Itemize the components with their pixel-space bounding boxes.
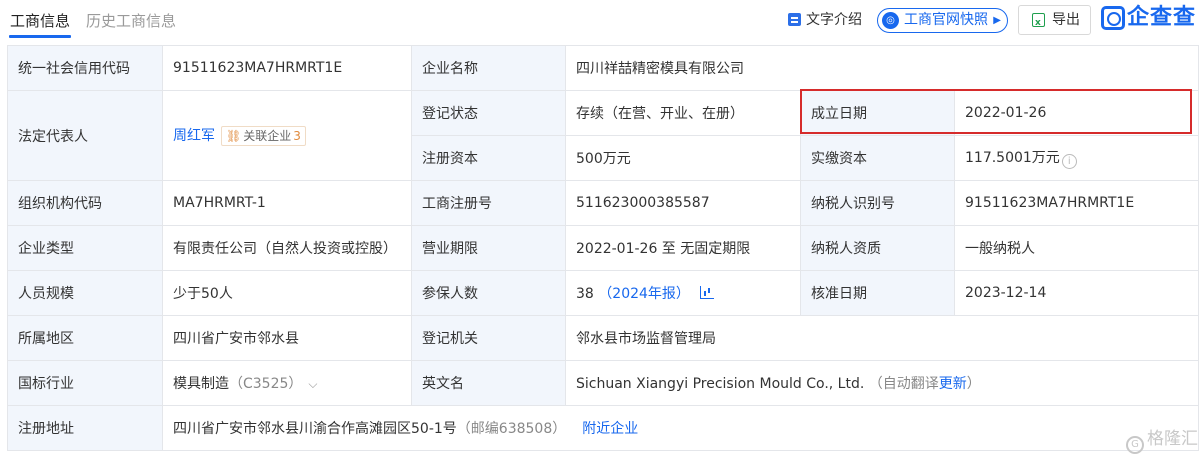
paid-capital-label: 实缴资本 — [800, 135, 955, 181]
table-row: 所属地区 四川省广安市邻水县 登记机关 邻水县市场监督管理局 — [7, 315, 1199, 361]
taxpayer-qualification-label: 纳税人资质 — [800, 225, 955, 271]
industry-label: 国标行业 — [7, 360, 163, 406]
credit-code-value: 91511623MA7HRMRT1E — [162, 45, 412, 91]
chevron-right-icon: ▶ — [993, 15, 1001, 26]
related-companies-label: 关联企业 — [243, 129, 292, 143]
approval-date-label: 核准日期 — [800, 270, 955, 316]
related-companies-tag[interactable]: ⛓ 关联企业 3 — [221, 126, 306, 146]
annual-report-link[interactable]: （2024年报） — [598, 286, 690, 302]
text-intro-button[interactable]: 文字介绍 — [788, 9, 862, 31]
related-companies-count: 3 — [293, 129, 301, 143]
business-term-label: 营业期限 — [411, 225, 566, 271]
text-intro-label: 文字介绍 — [806, 12, 862, 28]
reg-number-label: 工商注册号 — [411, 180, 566, 226]
reg-address-label: 注册地址 — [7, 405, 163, 451]
chevron-down-icon[interactable]: ⌵ — [308, 377, 317, 392]
watermark-logo-icon: G — [1126, 436, 1144, 454]
english-name-cell: Sichuan Xiangyi Precision Mould Co., Ltd… — [565, 360, 1199, 406]
company-type-value: 有限责任公司（自然人投资或控股） — [162, 225, 412, 271]
reg-address-value: 四川省广安市邻水县川渝合作高滩园区50-1号 — [173, 421, 457, 437]
org-code-value: MA7HRMRT-1 — [162, 180, 412, 226]
english-name-value: Sichuan Xiangyi Precision Mould Co., Ltd… — [576, 376, 865, 392]
business-info-table: 统一社会信用代码 91511623MA7HRMRT1E 企业名称 四川祥喆精密模… — [7, 45, 1199, 451]
credit-code-label: 统一社会信用代码 — [7, 45, 163, 91]
table-row: 法定代表人 周红军 ⛓ 关联企业 3 登记状态 存续（在营、开业、在册） 成立日期 2… — [7, 90, 1199, 181]
auto-translate-note-end: ） — [966, 376, 981, 392]
registered-capital-value: 500万元 — [565, 135, 801, 181]
legal-rep-label: 法定代表人 — [7, 90, 163, 181]
legal-rep-name-link[interactable]: 周红军 — [173, 128, 215, 144]
insured-count-value: 38 — [576, 286, 594, 302]
table-row: 人员规模 少于50人 参保人数 38 （2024年报） 核准日期 2023-12… — [7, 270, 1199, 316]
postcode: （邮编638508） — [456, 421, 567, 437]
table-row: 统一社会信用代码 91511623MA7HRMRT1E 企业名称 四川祥喆精密模… — [7, 45, 1199, 91]
legal-rep-value: 周红军 ⛓ 关联企业 3 — [162, 90, 412, 181]
insured-count-cell: 38 （2024年报） — [565, 270, 801, 316]
established-date-label: 成立日期 — [800, 90, 955, 136]
document-icon — [788, 13, 801, 26]
reg-status-label: 登记状态 — [411, 90, 566, 136]
paid-capital-value: 117.5001万元 — [965, 150, 1060, 166]
staff-size-value: 少于50人 — [162, 270, 412, 316]
nearby-companies-link[interactable]: 附近企业 — [582, 421, 638, 437]
reg-number-value: 511623000385587 — [565, 180, 801, 226]
insured-count-label: 参保人数 — [411, 270, 566, 316]
table-row: 国标行业 模具制造（C3525） ⌵ 英文名 Sichuan Xiangyi Pr… — [7, 360, 1199, 406]
info-icon[interactable]: i — [1061, 154, 1077, 169]
reg-authority-value: 邻水县市场监督管理局 — [565, 315, 1199, 361]
english-name-label: 英文名 — [411, 360, 566, 406]
registered-capital-label: 注册资本 — [411, 135, 566, 181]
industry-value: 模具制造 — [173, 376, 229, 392]
company-name-label: 企业名称 — [411, 45, 566, 91]
active-tab-indicator — [9, 35, 71, 38]
watermark-text: 格隆汇 — [1147, 429, 1198, 449]
industry-code: （C3525） — [229, 376, 303, 392]
table-row: 企业类型 有限责任公司（自然人投资或控股） 营业期限 2022-01-26 至 … — [7, 225, 1199, 271]
taxpayer-id-value: 91511623MA7HRMRT1E — [954, 180, 1199, 226]
reg-address-cell: 四川省广安市邻水县川渝合作高滩园区50-1号（邮编638508） 附近企业 — [162, 405, 1199, 451]
snapshot-icon: ◎ — [882, 12, 899, 29]
export-button[interactable]: 导出 — [1018, 5, 1091, 37]
approval-date-value: 2023-12-14 — [954, 270, 1199, 316]
table-row: 组织机构代码 MA7HRMRT-1 工商注册号 511623000385587 … — [7, 180, 1199, 226]
taxpayer-qualification-value: 一般纳税人 — [954, 225, 1199, 271]
brand-logo: 企查查 — [1101, 4, 1196, 32]
company-name-value: 四川祥喆精密模具有限公司 — [565, 45, 1199, 91]
official-snapshot-label: 工商官网快照 — [904, 12, 988, 28]
watermark: G 格隆汇 — [1126, 428, 1198, 454]
company-type-label: 企业类型 — [7, 225, 163, 271]
top-bar: 工商信息 历史工商信息 文字介绍 ◎ 工商官网快照 ▶ 导出 企查查 — [0, 0, 1200, 38]
taxpayer-id-label: 纳税人识别号 — [800, 180, 955, 226]
org-code-label: 组织机构代码 — [7, 180, 163, 226]
tab-business-info[interactable]: 工商信息 — [10, 11, 70, 31]
brand-name: 企查查 — [1127, 5, 1197, 30]
excel-icon — [1032, 9, 1045, 37]
table-row: 注册地址 四川省广安市邻水县川渝合作高滩园区50-1号（邮编638508） 附近企… — [7, 405, 1199, 451]
established-date-value: 2022-01-26 — [954, 90, 1199, 136]
paid-capital-cell: 117.5001万元 i — [954, 135, 1199, 181]
qcc-logo-icon — [1101, 6, 1125, 30]
business-term-value: 2022-01-26 至 无固定期限 — [565, 225, 801, 271]
official-snapshot-button[interactable]: ◎ 工商官网快照 ▶ — [877, 8, 1008, 33]
staff-size-label: 人员规模 — [7, 270, 163, 316]
auto-translate-note: （自动翻译 — [868, 376, 939, 392]
export-label: 导出 — [1052, 12, 1080, 28]
reg-status-value: 存续（在营、开业、在册） — [565, 90, 801, 136]
reg-authority-label: 登记机关 — [411, 315, 566, 361]
tab-history-business-info[interactable]: 历史工商信息 — [86, 11, 176, 31]
region-label: 所属地区 — [7, 315, 163, 361]
relation-icon: ⛓ — [226, 129, 242, 143]
update-translation-link[interactable]: 更新 — [939, 376, 967, 392]
industry-cell: 模具制造（C3525） ⌵ — [162, 360, 412, 406]
chart-icon[interactable] — [699, 286, 714, 299]
region-value: 四川省广安市邻水县 — [162, 315, 412, 361]
